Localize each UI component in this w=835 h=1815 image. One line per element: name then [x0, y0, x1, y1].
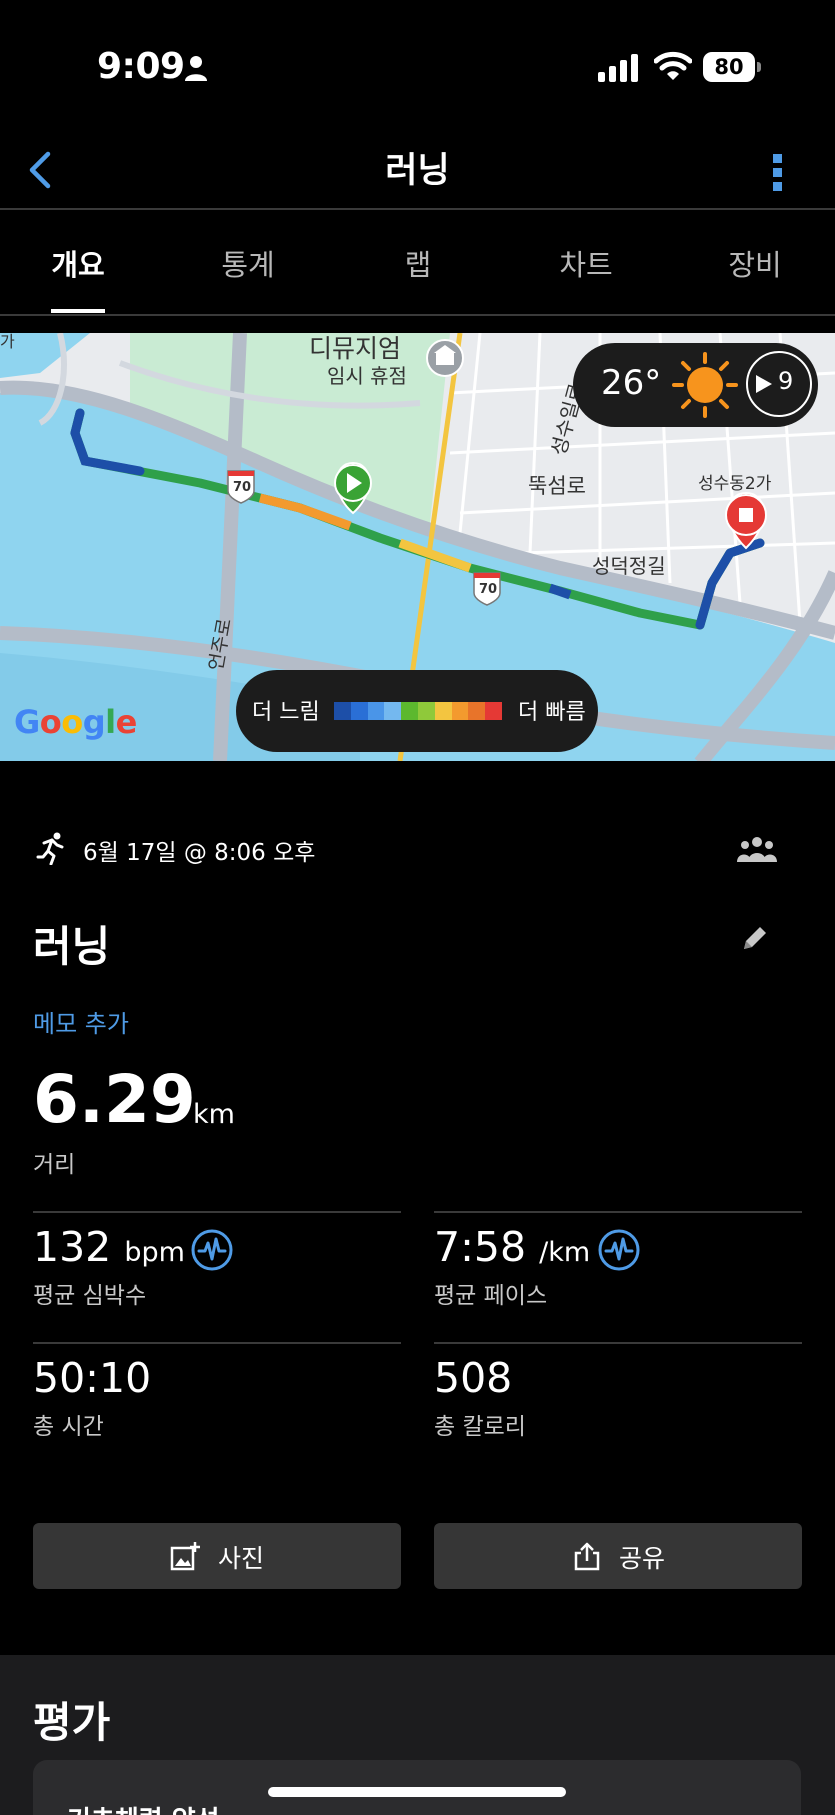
route-map[interactable]: 디뮤지엄 임시 휴점 뚝섬로 성수일로 성덕정길 성수동2가 언주로 70 70… — [0, 333, 835, 761]
add-photo-label: 사진 — [218, 1544, 265, 1573]
divider — [434, 1342, 802, 1344]
museum-icon — [426, 339, 464, 377]
legend-fast-label: 더 빠름 — [518, 700, 586, 725]
tab-gear[interactable]: 장비 — [690, 242, 820, 284]
divider — [33, 1211, 401, 1213]
calories-label: 총 칼로리 — [434, 1414, 526, 1440]
edit-icon[interactable] — [740, 923, 770, 953]
home-indicator[interactable] — [268, 1787, 566, 1797]
nav-header: 러닝 — [0, 130, 835, 210]
add-memo-link[interactable]: 메모 추가 — [33, 1004, 129, 1039]
wind-speed: 9 — [778, 367, 794, 395]
heart-rate-chart-icon[interactable] — [191, 1229, 233, 1271]
evaluation-title: 평가 — [33, 1698, 111, 1747]
wifi-icon — [654, 51, 692, 80]
battery-indicator: 80 — [703, 52, 761, 82]
activity-title: 러닝 — [33, 922, 111, 971]
evaluation-card-text: 기초체력 양성 — [67, 1800, 220, 1815]
divider — [33, 1342, 401, 1344]
sun-icon — [672, 352, 738, 418]
person-icon — [185, 56, 207, 81]
map-label-area: 성수동2가 — [698, 474, 772, 494]
activity-date: 6월 17일 @ 8:06 오후 — [83, 840, 316, 866]
tab-laps[interactable]: 랩 — [353, 242, 483, 284]
map-label-road3: 성덕정길 — [592, 554, 666, 578]
page-title: 러닝 — [385, 151, 450, 191]
pace-unit: /km — [539, 1237, 591, 1268]
legend-slow-label: 더 느림 — [252, 700, 320, 725]
divider — [434, 1211, 802, 1213]
pace-chart-icon[interactable] — [598, 1229, 640, 1271]
heart-rate-stat: 132 bpm — [33, 1223, 185, 1271]
distance-value: 6.29 — [33, 1061, 196, 1138]
map-label-museum: 디뮤지엄 — [309, 334, 401, 363]
tab-charts[interactable]: 차트 — [521, 242, 651, 284]
running-icon — [36, 832, 64, 865]
pace-value: 7:58 — [434, 1223, 527, 1271]
total-time-value: 50:10 — [33, 1354, 152, 1402]
tab-stats[interactable]: 통계 — [183, 242, 313, 284]
status-bar: 9:09 80 — [0, 0, 835, 130]
map-label-edge: 가 — [0, 333, 15, 351]
add-photo-button[interactable]: 사진 — [33, 1523, 401, 1589]
share-label: 공유 — [619, 1544, 666, 1573]
google-logo: Google — [14, 703, 137, 741]
total-time-label: 총 시간 — [33, 1414, 104, 1440]
weather-badge: 26° 9 — [573, 343, 818, 427]
distance-unit: km — [193, 1099, 235, 1130]
status-time: 9:09 — [97, 46, 185, 87]
map-label-road1: 뚝섬로 — [528, 474, 586, 498]
pace-legend: 더 느림 더 빠름 — [236, 670, 598, 752]
calories-value: 508 — [434, 1354, 513, 1402]
distance-label: 거리 — [33, 1152, 76, 1178]
group-icon[interactable] — [736, 836, 778, 862]
highway-label-70-b: 70 — [479, 582, 497, 597]
share-button[interactable]: 공유 — [434, 1523, 802, 1589]
pace-stat: 7:58 /km — [434, 1223, 590, 1271]
highway-label-70-a: 70 — [233, 480, 251, 495]
map-label-closed: 임시 휴점 — [327, 364, 407, 388]
share-icon — [574, 1542, 600, 1571]
wind-indicator: 9 — [746, 351, 812, 417]
divider — [0, 314, 835, 316]
wind-direction-icon — [756, 375, 772, 393]
heart-rate-unit: bpm — [124, 1237, 185, 1268]
pace-color-scale — [334, 702, 502, 720]
battery-level: 80 — [703, 52, 755, 82]
temperature: 26° — [601, 363, 662, 403]
active-tab-indicator — [51, 309, 105, 313]
tab-bar: 개요 통계 랩 차트 장비 — [0, 210, 835, 314]
tab-overview[interactable]: 개요 — [13, 242, 143, 284]
more-options-icon[interactable] — [768, 142, 788, 198]
heart-rate-label: 평균 심박수 — [33, 1283, 147, 1309]
signal-icon — [598, 54, 638, 82]
add-photo-icon — [170, 1542, 200, 1571]
pace-label: 평균 페이스 — [434, 1283, 548, 1309]
heart-rate-value: 132 — [33, 1223, 112, 1271]
